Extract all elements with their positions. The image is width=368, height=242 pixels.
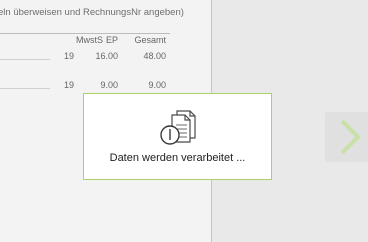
loading-message: Daten werden verarbeitet ... [109,152,246,164]
loading-dialog: Daten werden verarbeitet ... [83,93,272,180]
documents-clock-icon [160,110,196,145]
column-header-ep: EP [105,35,118,45]
payment-instruction-text: eln überweisen und RechnungsNr angeben) [0,7,184,18]
row-2-mwst: 19 [63,80,74,90]
column-header-gesamt: Gesamt [134,35,166,45]
row-1-ep: 16.00 [95,51,118,61]
next-page-button[interactable] [325,112,368,162]
row-2-ep: 9.00 [100,80,118,90]
table-header-divider [0,33,170,34]
row-1-gesamt: 48.00 [143,51,166,61]
chevron-right-icon [340,119,361,155]
row-2-gesamt: 9.00 [148,80,166,90]
row-1-mwst: 19 [63,51,74,61]
